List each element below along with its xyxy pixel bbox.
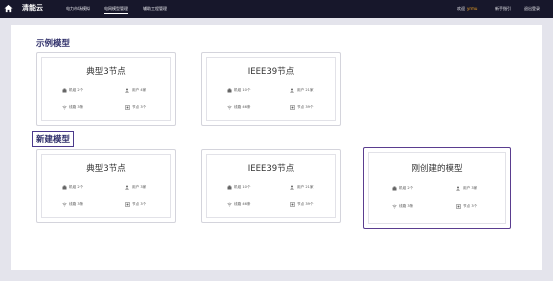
help-link[interactable]: 新手指引 xyxy=(495,6,511,12)
line-icon xyxy=(392,204,397,209)
stat-lines: 线路 46条 xyxy=(227,105,251,110)
stat-units: 机组 2个 xyxy=(62,185,83,190)
example-model-card[interactable]: IEEE39节点 机组 10个 用户 21家 线路 46条 节点 39个 xyxy=(201,52,341,126)
generator-icon xyxy=(62,88,67,93)
stat-nodes: 节点 39个 xyxy=(290,202,314,207)
stat-lines: 线路 46条 xyxy=(227,202,251,207)
stat-users: 用户 4家 xyxy=(125,88,146,93)
new-model-card[interactable]: 典型3节点 机组 2个 用户 3家 线路 3条 节点 3个 xyxy=(36,149,176,223)
nav-grid-model-management[interactable]: 电网模型管理 xyxy=(104,6,128,14)
top-bar: 清能云 电力市场模拟 电网模型管理 辅助工程管理 欢迎 yrmu 新手指引 退出… xyxy=(0,0,553,18)
new-model-card[interactable]: IEEE39节点 机组 10个 用户 21家 线路 46条 节点 39个 xyxy=(201,149,341,223)
card-title: IEEE39节点 xyxy=(247,164,295,174)
stat-lines: 线路 3条 xyxy=(62,202,83,207)
card-title: 典型3节点 xyxy=(86,67,126,77)
stat-units: 机组 2个 xyxy=(62,88,83,93)
users-icon xyxy=(290,185,294,190)
generator-icon xyxy=(227,88,232,93)
users-icon xyxy=(456,186,460,191)
nav-power-market-sim[interactable]: 电力市场模拟 xyxy=(66,6,90,12)
stat-users: 用户 21家 xyxy=(290,88,314,93)
node-icon xyxy=(125,202,130,207)
logout-link[interactable]: 退出登录 xyxy=(524,6,540,12)
generator-icon xyxy=(392,186,397,191)
stat-nodes: 节点 3个 xyxy=(456,204,477,209)
card-title: 刚创建的模型 xyxy=(411,164,463,174)
home-icon[interactable] xyxy=(4,4,13,13)
nav-auxiliary-project-management[interactable]: 辅助工程管理 xyxy=(143,6,167,12)
line-icon xyxy=(227,202,232,207)
brand-logo-text[interactable]: 清能云 xyxy=(22,3,43,13)
stat-units: 机组 10个 xyxy=(227,185,251,190)
stat-nodes: 节点 3个 xyxy=(125,202,146,207)
stat-lines: 线路 3条 xyxy=(62,105,83,110)
card-title: IEEE39节点 xyxy=(247,67,295,77)
stat-users: 用户 3家 xyxy=(456,186,477,191)
stat-users: 用户 3家 xyxy=(125,185,146,190)
users-icon xyxy=(290,88,294,93)
stat-users: 用户 21家 xyxy=(290,185,314,190)
node-icon xyxy=(125,105,130,110)
line-icon xyxy=(62,202,67,207)
section-title-new-models: 新建模型 xyxy=(32,131,75,147)
stat-units: 机组 10个 xyxy=(227,88,251,93)
main-panel: 示例模型 典型3节点 机组 2个 用户 4家 线路 3条 节点 3个 IEEE3… xyxy=(11,25,542,270)
generator-icon xyxy=(62,185,67,190)
node-icon xyxy=(290,202,295,207)
stat-nodes: 节点 39个 xyxy=(290,105,314,110)
generator-icon xyxy=(227,185,232,190)
username[interactable]: yrmu xyxy=(467,6,477,11)
example-model-card[interactable]: 典型3节点 机组 2个 用户 4家 线路 3条 节点 3个 xyxy=(36,52,176,126)
new-model-card-selected[interactable]: 刚创建的模型 机组 2个 用户 3家 线路 3条 节点 3个 xyxy=(363,147,511,229)
line-icon xyxy=(62,105,67,110)
welcome-text: 欢迎 xyxy=(457,6,465,11)
stat-lines: 线路 3条 xyxy=(392,204,413,209)
node-icon xyxy=(290,105,295,110)
users-icon xyxy=(125,88,129,93)
section-title-examples: 示例模型 xyxy=(36,39,71,49)
card-title: 典型3节点 xyxy=(86,164,126,174)
stat-nodes: 节点 3个 xyxy=(125,105,146,110)
line-icon xyxy=(227,105,232,110)
users-icon xyxy=(125,185,129,190)
node-icon xyxy=(456,204,461,209)
stat-units: 机组 2个 xyxy=(392,186,413,191)
